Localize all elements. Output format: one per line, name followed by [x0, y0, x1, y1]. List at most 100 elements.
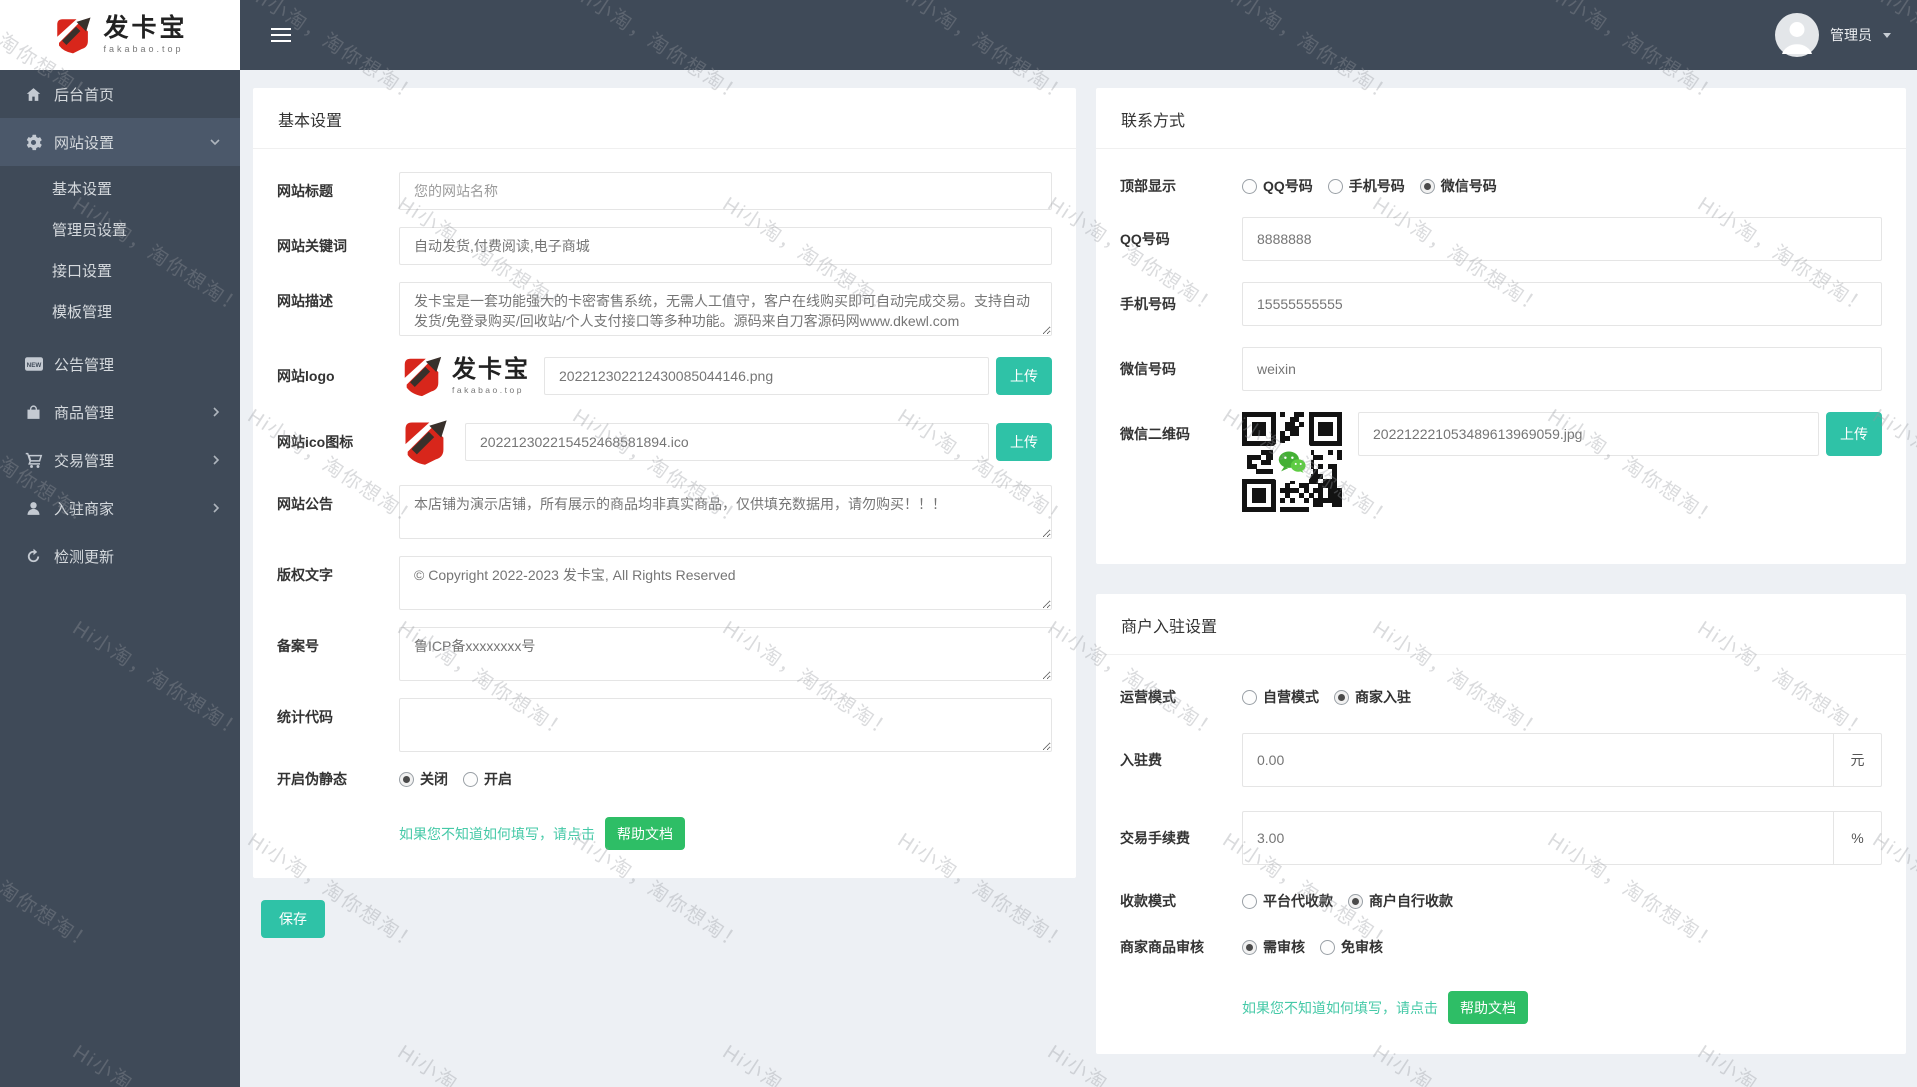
sidebar-item-basic-settings[interactable]: 基本设置 — [0, 168, 240, 209]
field-label-keywords: 网站关键词 — [277, 238, 347, 254]
icp-number-textarea[interactable]: 鲁ICP备xxxxxxxx号 — [399, 627, 1052, 681]
radio-mode-merchant[interactable]: 商家入驻 — [1334, 687, 1411, 707]
field-label-wechat: 微信号码 — [1120, 361, 1176, 377]
field-label-site-title: 网站标题 — [277, 183, 333, 199]
field-label-copyright: 版权文字 — [277, 567, 333, 583]
brand-logo-icon — [57, 17, 91, 54]
cart-icon — [25, 451, 45, 469]
brand-logo-icon — [405, 420, 447, 465]
main-content: 基本设置 网站标题 网站关键词 网站描述 发卡宝是一套功能强大的卡密寄售系统，无… — [240, 70, 1917, 1087]
site-notice-textarea[interactable]: 本店铺为演示店铺，所有展示的商品均非真实商品，仅供填充数据用，请勿购买！！！ — [399, 485, 1052, 539]
site-ico-filename-input[interactable] — [465, 423, 989, 461]
brand-domain: fakabao.top — [103, 44, 184, 54]
brand-logo-icon — [404, 356, 442, 397]
sidebar-item-announcement[interactable]: NEW 公告管理 — [0, 340, 240, 388]
site-description-textarea[interactable]: 发卡宝是一套功能强大的卡密寄售系统，无需人工值守，客户在线购买即可自动完成交易。… — [399, 282, 1052, 336]
panel-title: 联系方式 — [1096, 88, 1906, 149]
sidebar-item-merchants[interactable]: 入驻商家 — [0, 484, 240, 532]
sidebar-item-admin-settings[interactable]: 管理员设置 — [0, 209, 240, 250]
radio-top-display-wechat[interactable]: 微信号码 — [1419, 176, 1497, 196]
new-badge-icon: NEW — [25, 357, 45, 371]
radio-rewrite-on[interactable]: 开启 — [463, 769, 512, 789]
field-label-qq: QQ号码 — [1120, 231, 1170, 247]
sidebar-item-dashboard[interactable]: 后台首页 — [0, 70, 240, 118]
sidebar-item-label: 后台首页 — [54, 86, 115, 104]
help-doc-button[interactable]: 帮助文档 — [605, 817, 685, 850]
panel-basic-settings: 基本设置 网站标题 网站关键词 网站描述 发卡宝是一套功能强大的卡密寄售系统，无… — [253, 88, 1076, 878]
field-label-site-ico: 网站ico图标 — [277, 434, 354, 450]
shopping-bag-icon — [25, 404, 45, 421]
panel-title: 基本设置 — [253, 88, 1076, 149]
phone-number-input[interactable] — [1242, 282, 1882, 326]
commission-input[interactable] — [1243, 812, 1833, 864]
topbar: 发卡宝 fakabao.top 管理员 — [0, 0, 1917, 70]
sidebar-item-label: 商品管理 — [54, 404, 115, 422]
field-label-rewrite: 开启伪静态 — [277, 771, 347, 787]
sidebar-item-label: 公告管理 — [54, 356, 115, 374]
brand-logo[interactable]: 发卡宝 fakabao.top — [0, 0, 240, 70]
field-label-notice: 网站公告 — [277, 496, 333, 512]
site-title-input[interactable] — [399, 172, 1052, 210]
sidebar-item-transactions[interactable]: 交易管理 — [0, 436, 240, 484]
field-label-icp: 备案号 — [277, 638, 319, 654]
sidebar-item-check-update[interactable]: 检测更新 — [0, 532, 240, 580]
site-logo-filename-input[interactable] — [544, 357, 989, 395]
radio-audit-free[interactable]: 免审核 — [1320, 937, 1383, 957]
radio-collect-merchant[interactable]: 商户自行收款 — [1348, 891, 1453, 911]
help-hint-text: 如果您不知道如何填写，请点击 — [1242, 999, 1438, 1016]
field-label-description: 网站描述 — [277, 293, 333, 309]
copyright-textarea[interactable]: © Copyright 2022-2023 发卡宝, All Rights Re… — [399, 556, 1052, 610]
sidebar-item-api-settings[interactable]: 接口设置 — [0, 250, 240, 291]
panel-merchant-settings: 商户入驻设置 运营模式 自营模式 商家入驻 入驻费 元 — [1096, 594, 1906, 1054]
user-icon — [25, 500, 45, 517]
site-settings-submenu: 基本设置 管理员设置 接口设置 模板管理 — [0, 166, 240, 340]
qq-number-input[interactable] — [1242, 217, 1882, 261]
radio-collect-platform[interactable]: 平台代收款 — [1242, 891, 1333, 911]
field-label-collect-mode: 收款模式 — [1120, 893, 1176, 909]
ico-upload-button[interactable]: 上传 — [996, 423, 1052, 461]
sidebar-item-products[interactable]: 商品管理 — [0, 388, 240, 436]
chevron-right-icon — [213, 407, 220, 417]
radio-mode-self[interactable]: 自营模式 — [1242, 687, 1319, 707]
wechat-qrcode-image — [1242, 412, 1343, 513]
user-menu[interactable]: 管理员 — [1775, 13, 1891, 57]
field-label-wechat-qrcode: 微信二维码 — [1120, 426, 1190, 442]
save-button[interactable]: 保存 — [261, 900, 325, 938]
chevron-right-icon — [213, 503, 220, 513]
field-label-entry-fee: 入驻费 — [1120, 752, 1162, 768]
field-label-product-audit: 商家商品审核 — [1120, 939, 1204, 955]
wechat-id-input[interactable] — [1242, 347, 1882, 391]
unit-addon: 元 — [1833, 734, 1881, 786]
radio-top-display-qq[interactable]: QQ号码 — [1242, 176, 1313, 196]
sidebar-item-site-settings[interactable]: 网站设置 — [0, 118, 240, 166]
logo-upload-button[interactable]: 上传 — [996, 357, 1052, 395]
radio-top-display-phone[interactable]: 手机号码 — [1327, 176, 1405, 196]
wechat-icon — [1273, 443, 1311, 481]
qrcode-upload-button[interactable]: 上传 — [1826, 412, 1882, 456]
unit-addon: % — [1833, 812, 1881, 864]
chevron-down-icon — [210, 138, 220, 146]
panel-title: 商户入驻设置 — [1096, 594, 1906, 655]
stats-code-textarea[interactable] — [399, 698, 1052, 752]
sidebar-item-label: 入驻商家 — [54, 500, 115, 518]
sidebar: 后台首页 网站设置 基本设置 管理员设置 接口设置 模板管理 NEW 公告管理 … — [0, 70, 240, 1087]
help-doc-button[interactable]: 帮助文档 — [1448, 991, 1528, 1024]
radio-audit-required[interactable]: 需审核 — [1242, 937, 1305, 957]
panel-contact: 联系方式 顶部显示 QQ号码 手机号码 微信号码 QQ号码 手机号码 — [1096, 88, 1906, 564]
sidebar-item-template-manage[interactable]: 模板管理 — [0, 291, 240, 332]
site-keywords-input[interactable] — [399, 227, 1052, 265]
qrcode-filename-input[interactable] — [1358, 412, 1819, 456]
chevron-down-icon — [1883, 32, 1891, 38]
field-label-commission: 交易手续费 — [1120, 830, 1190, 846]
field-label-phone: 手机号码 — [1120, 296, 1176, 312]
chevron-right-icon — [213, 455, 220, 465]
gear-icon — [25, 134, 45, 151]
field-label-site-logo: 网站logo — [277, 368, 335, 384]
help-hint-text: 如果您不知道如何填写，请点击 — [399, 825, 595, 842]
field-label-stats-code: 统计代码 — [277, 709, 333, 725]
radio-rewrite-off[interactable]: 关闭 — [399, 769, 448, 789]
hamburger-menu-icon[interactable] — [265, 18, 297, 52]
site-logo-preview: 发卡宝 fakabao.top — [399, 353, 530, 399]
svg-text:NEW: NEW — [27, 362, 42, 369]
entry-fee-input[interactable] — [1243, 734, 1833, 786]
